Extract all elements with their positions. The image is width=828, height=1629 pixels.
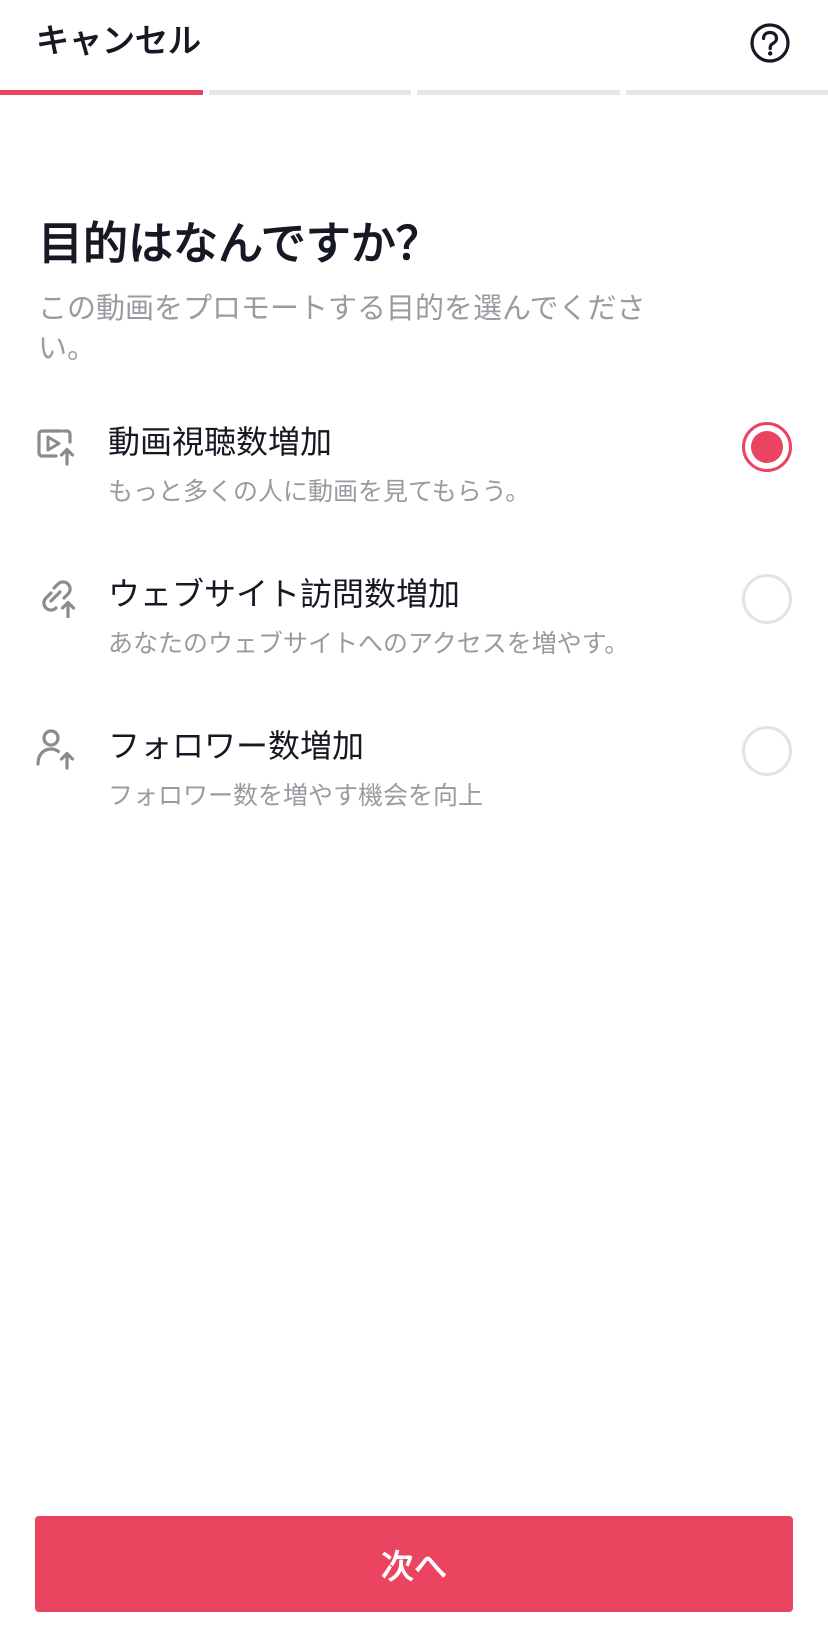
progress-step-4 <box>625 90 828 95</box>
progress-step-3 <box>417 90 620 95</box>
link-upload-icon <box>34 574 78 619</box>
option-description: あなたのウェブサイトへのアクセスを増やす。 <box>108 629 630 658</box>
page-title: 目的はなんですか？ <box>38 217 441 270</box>
option-description: フォロワー数を増やす機会を向上 <box>108 781 484 810</box>
promote-objective-page: キャンセル 目的はなんですか？ この動画をプロモートする目的を選んでください。 … <box>0 0 828 1629</box>
progress-step-1 <box>0 90 203 95</box>
video-play-upload-icon <box>34 422 78 466</box>
user-upload-icon <box>34 726 78 770</box>
option-description: もっと多くの人に動画を見てもらう。 <box>108 477 531 506</box>
option-video-views[interactable]: 動画視聴数増加 もっと多くの人に動画を見てもらう。 <box>0 420 828 550</box>
option-followers[interactable]: フォロワー数増加 フォロワー数を増やす機会を向上 <box>0 724 828 854</box>
next-button[interactable]: 次へ <box>35 1516 793 1612</box>
option-website-visits[interactable]: ウェブサイト訪問数増加 あなたのウェブサイトへのアクセスを増やす。 <box>0 572 828 702</box>
progress-steps <box>0 90 828 96</box>
header: キャンセル <box>0 0 828 92</box>
radio-website-visits[interactable] <box>742 574 792 624</box>
page-subtitle: この動画をプロモートする目的を選んでください。 <box>38 291 646 365</box>
cancel-button[interactable]: キャンセル <box>36 18 201 64</box>
radio-followers[interactable] <box>742 726 792 776</box>
question-circle-icon[interactable] <box>748 21 792 65</box>
option-title: フォロワー数増加 <box>108 727 365 765</box>
radio-video-views[interactable] <box>742 422 792 472</box>
option-title: 動画視聴数増加 <box>108 423 333 461</box>
progress-step-2 <box>208 90 411 95</box>
option-title: ウェブサイト訪問数増加 <box>108 575 461 613</box>
